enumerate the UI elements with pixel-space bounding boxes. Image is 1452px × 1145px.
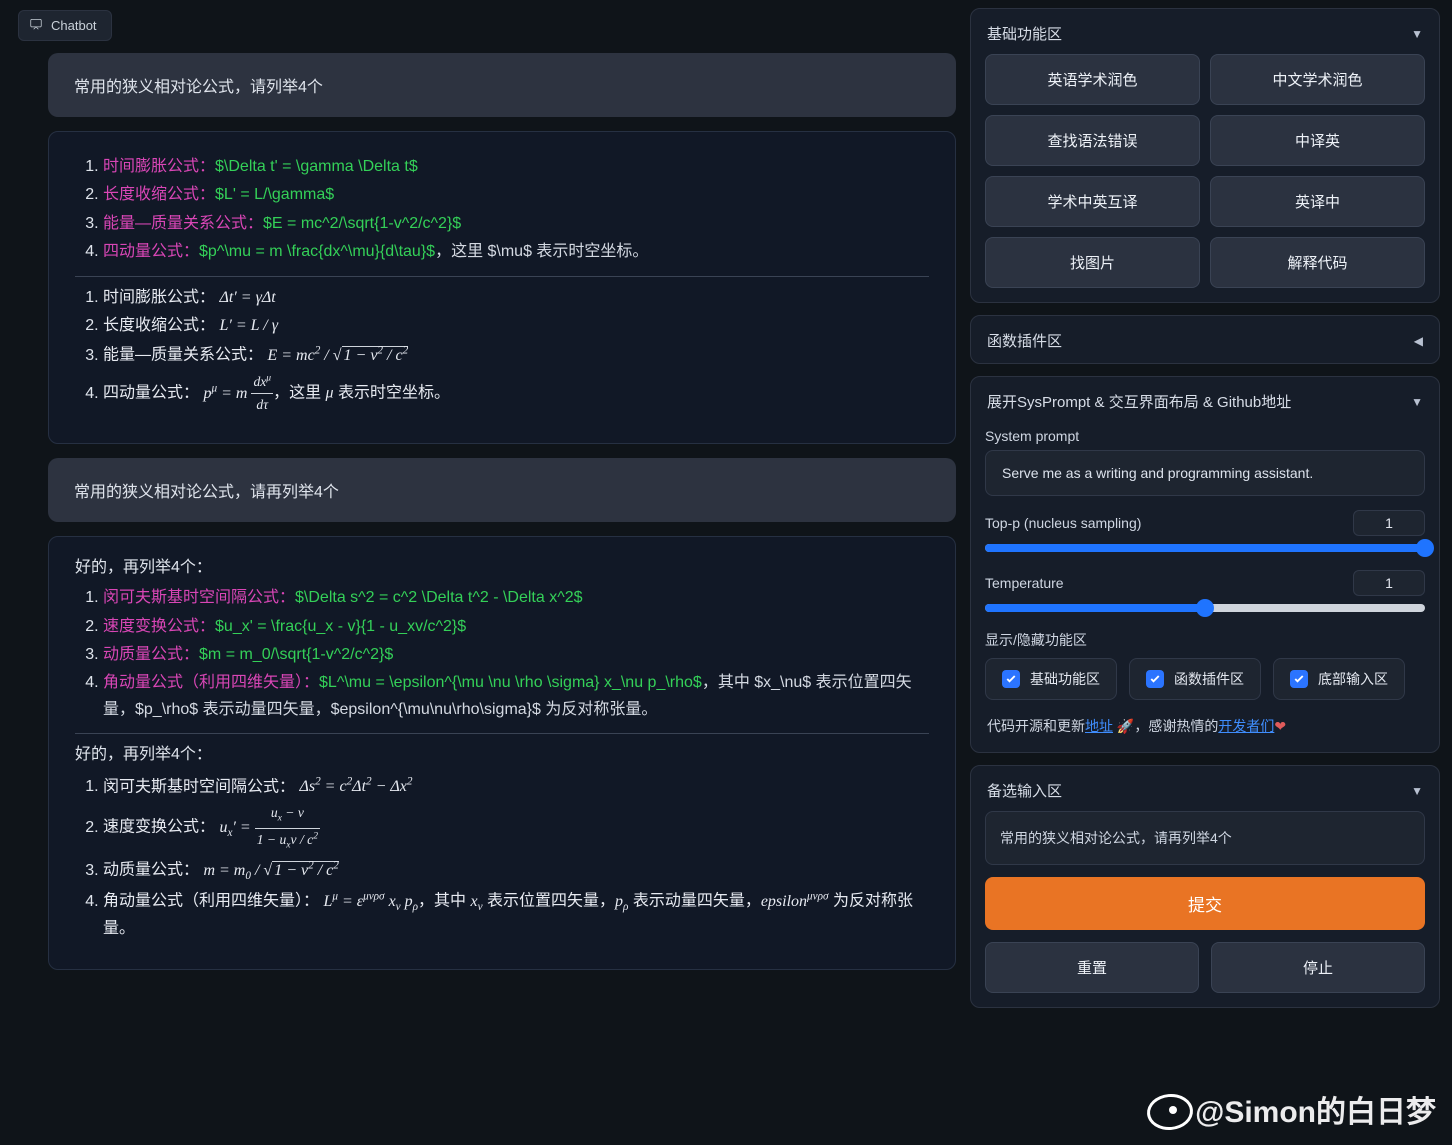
topp-label: Top-p (nucleus sampling) — [985, 515, 1141, 531]
chat-icon — [29, 17, 43, 34]
tab-label: Chatbot — [51, 18, 97, 33]
rendered-formula: 时间膨胀公式： Δt′ = γΔt — [103, 285, 929, 311]
basic-function-panel: 基础功能区 ▼ 英语学术润色 中文学术润色 查找语法错误 中译英 学术中英互译 … — [970, 8, 1440, 303]
rendered-formula: 能量—质量关系公式： E = mc2 / √1 − v2 / c2 — [103, 341, 929, 369]
system-prompt-label: System prompt — [985, 428, 1425, 444]
rendered-formula: 速度变换公式： ux′ = ux − v1 − uxv / c2 — [103, 802, 929, 854]
chevron-down-icon: ▼ — [1411, 395, 1423, 409]
temperature-value[interactable]: 1 — [1353, 570, 1425, 596]
alt-input-panel: 备选输入区 ▼ 常用的狭义相对论公式，请再列举4个 提交 重置 停止 — [970, 765, 1440, 1008]
toggle-label: 显示/隐藏功能区 — [985, 630, 1425, 650]
temperature-slider[interactable] — [985, 604, 1425, 612]
sysprompt-panel: 展开SysPrompt & 交互界面布局 & Github地址 ▼ System… — [970, 376, 1440, 753]
panel-header[interactable]: 展开SysPrompt & 交互界面布局 & Github地址 ▼ — [985, 387, 1425, 422]
repo-link[interactable]: 地址 — [1085, 718, 1113, 734]
system-prompt-input[interactable]: Serve me as a writing and programming as… — [985, 450, 1425, 496]
fn-explain-code[interactable]: 解释代码 — [1210, 237, 1425, 288]
footer-links: 代码开源和更新地址 🚀，感谢热情的开发者们❤ — [987, 716, 1423, 736]
rendered-formula: 闵可夫斯基时空间隔公式： Δs2 = c2Δt2 − Δx2 — [103, 773, 929, 801]
panel-header[interactable]: 备选输入区 ▼ — [985, 776, 1425, 811]
checkbox-basic-area[interactable]: 基础功能区 — [985, 658, 1117, 700]
fn-english-polish[interactable]: 英语学术润色 — [985, 54, 1200, 105]
chat-history: 常用的狭义相对论公式，请列举4个 时间膨胀公式：$\Delta t' = \ga… — [18, 43, 956, 1137]
rendered-formula: 四动量公式： pμ = m dxμdτ，这里 μ 表示时空坐标。 — [103, 371, 929, 417]
rendered-formula: 角动量公式（利用四维矢量）： Lμ = εμνρσ xν pρ，其中 xν 表示… — [103, 887, 929, 942]
check-icon — [1146, 670, 1164, 688]
alt-input[interactable]: 常用的狭义相对论公式，请再列举4个 — [985, 811, 1425, 865]
check-icon — [1002, 670, 1020, 688]
checkbox-plugin-area[interactable]: 函数插件区 — [1129, 658, 1261, 700]
fn-chinese-polish[interactable]: 中文学术润色 — [1210, 54, 1425, 105]
user-message: 常用的狭义相对论公式，请列举4个 — [48, 53, 956, 117]
assistant-message: 好的，再列举4个： 闵可夫斯基时空间隔公式：$\Delta s^2 = c^2 … — [48, 536, 956, 970]
chevron-down-icon: ▼ — [1411, 27, 1423, 41]
fn-academic-translate[interactable]: 学术中英互译 — [985, 176, 1200, 227]
check-icon — [1290, 670, 1308, 688]
checkbox-bottom-input[interactable]: 底部输入区 — [1273, 658, 1405, 700]
panel-header[interactable]: 基础功能区 ▼ — [985, 19, 1425, 54]
devs-link[interactable]: 开发者们 — [1218, 718, 1274, 734]
heart-icon: ❤ — [1274, 718, 1286, 734]
chevron-left-icon: ◀ — [1414, 334, 1423, 348]
topp-value[interactable]: 1 — [1353, 510, 1425, 536]
submit-button[interactable]: 提交 — [985, 877, 1425, 930]
fn-find-image[interactable]: 找图片 — [985, 237, 1200, 288]
topp-slider[interactable] — [985, 544, 1425, 552]
assistant-message: 时间膨胀公式：$\Delta t' = \gamma \Delta t$ 长度收… — [48, 131, 956, 444]
reset-button[interactable]: 重置 — [985, 942, 1199, 993]
panel-header[interactable]: 函数插件区 ◀ — [985, 326, 1425, 353]
user-message: 常用的狭义相对论公式，请再列举4个 — [48, 458, 956, 522]
chevron-down-icon: ▼ — [1411, 784, 1423, 798]
fn-grammar-check[interactable]: 查找语法错误 — [985, 115, 1200, 166]
rendered-formula: 动质量公式： m = m0 / √1 − v2 / c2 — [103, 856, 929, 885]
rendered-formula: 长度收缩公式： L′ = L / γ — [103, 313, 929, 339]
stop-button[interactable]: 停止 — [1211, 942, 1425, 993]
fn-zh-to-en[interactable]: 中译英 — [1210, 115, 1425, 166]
fn-en-to-zh[interactable]: 英译中 — [1210, 176, 1425, 227]
plugin-panel: 函数插件区 ◀ — [970, 315, 1440, 364]
temperature-label: Temperature — [985, 575, 1064, 591]
tab-chatbot[interactable]: Chatbot — [18, 10, 112, 41]
